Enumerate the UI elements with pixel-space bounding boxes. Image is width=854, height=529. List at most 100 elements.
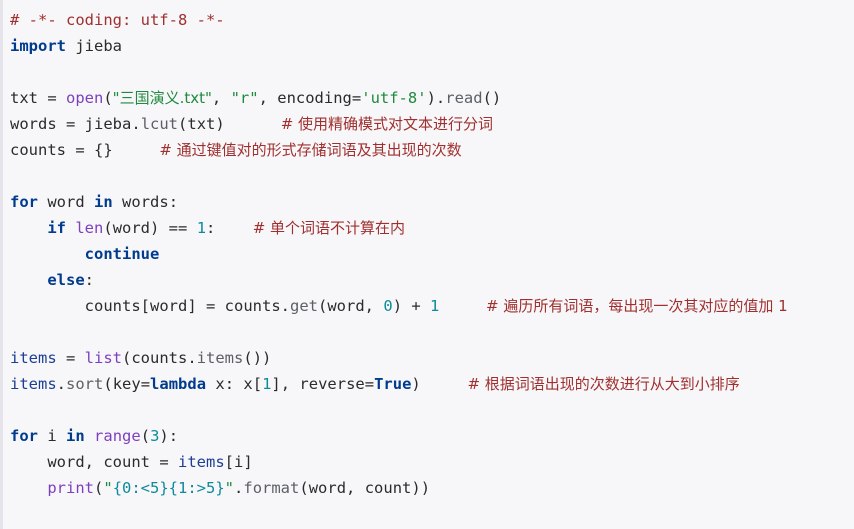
code-token: if — [47, 219, 66, 237]
code-token: sort — [66, 375, 104, 393]
code-line: items = list(counts.items()) — [10, 345, 854, 371]
code-token: = — [364, 375, 375, 393]
code-token: word — [150, 297, 188, 315]
code-token: else — [47, 271, 85, 289]
code-token: for — [10, 193, 38, 211]
code-token: # 使用精确模式对文本进行分词 — [280, 115, 494, 133]
code-line: if len(word) == 1: # 单个词语不计算在内 — [10, 215, 854, 241]
code-token: ] = — [187, 297, 225, 315]
code-token: ( — [178, 115, 188, 133]
code-token: # 遍历所有词语，每出现一次其对应的值加 1 — [486, 297, 788, 315]
code-token: . — [234, 479, 244, 497]
code-line: import jieba — [10, 33, 854, 59]
code-token: , — [346, 479, 365, 497]
code-token: txt — [187, 115, 216, 133]
code-token: jieba — [75, 37, 123, 55]
code-token: # -*- coding: utf-8 -*- — [10, 11, 225, 29]
code-line: for word in words: — [10, 189, 854, 215]
code-token: : — [206, 219, 216, 237]
code-token: "r" — [230, 89, 259, 107]
code-token: # 单个词语不计算在内 — [252, 219, 406, 237]
code-token: ( — [140, 427, 151, 445]
code-token: lcut — [140, 115, 179, 133]
code-line: counts[word] = counts.get(word, 0) + 1 #… — [10, 293, 854, 319]
code-token: format — [243, 479, 300, 497]
code-line: for i in range(3): — [10, 423, 854, 449]
code-token: : — [168, 193, 179, 211]
code-token: {0:<5}{1:>5} — [112, 479, 225, 497]
code-token: read — [445, 89, 483, 107]
code-token: True — [374, 375, 412, 393]
code-token: : — [84, 271, 94, 289]
code-token: ): — [159, 427, 179, 445]
code-token: = — [150, 453, 178, 471]
code-token: ( — [122, 349, 132, 367]
code-token: in — [66, 427, 85, 445]
code-token: = — [66, 115, 85, 133]
code-token: items — [178, 453, 225, 471]
code-token: ], — [271, 375, 300, 393]
code-token: items — [10, 375, 57, 393]
code-token: word — [112, 219, 151, 237]
code-token: x — [243, 375, 253, 393]
code-token: " — [224, 479, 235, 497]
code-token: word — [47, 193, 85, 211]
code-token: items — [196, 349, 244, 367]
code-token: import — [10, 37, 66, 55]
code-token: in — [94, 193, 113, 211]
code-token: = — [351, 89, 362, 107]
code-token: ) — [215, 115, 225, 133]
code-token: ( — [94, 479, 104, 497]
code-token: counts — [10, 141, 76, 159]
code-token: count — [364, 479, 412, 497]
code-line: print("{0:<5}{1:>5}".format(word, count)… — [10, 475, 854, 501]
code-token: = — [47, 89, 66, 107]
code-token: 0 — [383, 297, 393, 315]
code-token: "三国演义.txt" — [112, 89, 212, 107]
code-token: ( — [299, 479, 309, 497]
code-token: . — [56, 375, 67, 393]
code-token: jieba — [84, 115, 132, 133]
code-token: [ — [224, 453, 235, 471]
code-token: list — [84, 349, 122, 367]
code-token: open — [66, 89, 104, 107]
code-token: i — [234, 453, 244, 471]
code-token: , — [364, 297, 384, 315]
code-block[interactable]: # -*- coding: utf-8 -*- import jieba txt =… — [0, 0, 854, 529]
code-line: continue — [10, 241, 854, 267]
code-token: ). — [426, 89, 446, 107]
code-line: word, count = items[i] — [10, 449, 854, 475]
code-token: [ — [140, 297, 150, 315]
code-token: 1 — [196, 219, 207, 237]
code-token: = {} — [75, 141, 113, 159]
code-token: counts — [224, 297, 281, 315]
code-token: for — [10, 427, 38, 445]
code-token: reverse — [299, 375, 365, 393]
code-token: count — [103, 453, 150, 471]
code-token: print — [47, 479, 94, 497]
code-token: x — [215, 375, 225, 393]
code-token: ( — [318, 297, 328, 315]
code-line: txt = open("三国演义.txt", "r", encoding='ut… — [10, 85, 854, 111]
code-token: = — [66, 349, 85, 367]
code-token: len — [75, 219, 104, 237]
code-token: ( — [103, 375, 113, 393]
code-token: continue — [84, 245, 160, 263]
code-line: # -*- coding: utf-8 -*- — [10, 7, 854, 33]
